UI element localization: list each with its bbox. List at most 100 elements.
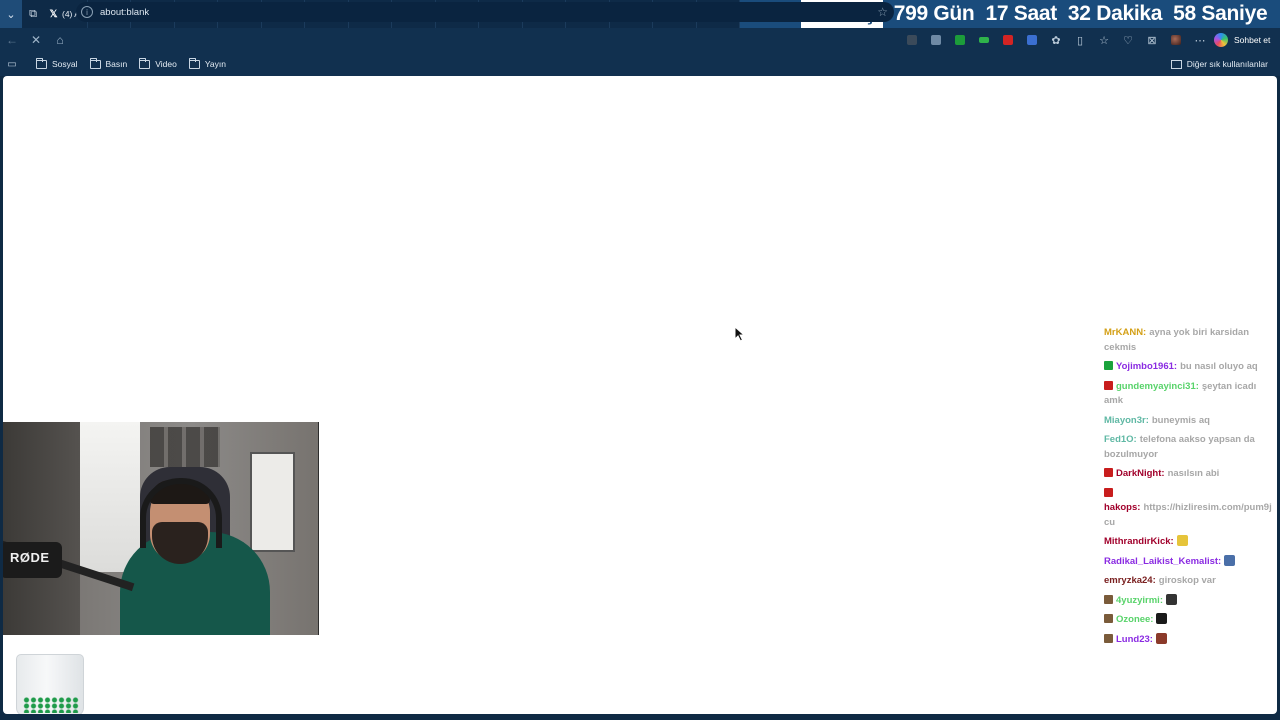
chat-message: MithrandirKick:	[1104, 535, 1274, 550]
pen-icon	[1003, 35, 1013, 45]
webcam-whiteboard	[250, 452, 295, 552]
back-button[interactable]: ←	[0, 28, 24, 52]
split-screen-button[interactable]: ▯	[1068, 28, 1092, 52]
extension-button[interactable]	[900, 28, 924, 52]
split-screen-icon: ▯	[1076, 34, 1084, 47]
chat-emote-icon	[1156, 613, 1168, 624]
back-arrow-icon: ←	[6, 33, 18, 47]
favorite-star-icon[interactable]: ☆	[877, 5, 888, 19]
extension-button[interactable]	[1020, 28, 1044, 52]
address-input[interactable]	[100, 6, 860, 18]
info-icon[interactable]: i	[81, 6, 93, 18]
extension-button[interactable]	[972, 28, 996, 52]
extension-button[interactable]	[996, 28, 1020, 52]
profile-button[interactable]	[1164, 28, 1188, 52]
expand-icon	[955, 35, 965, 45]
chat-message: Fed1O: telefona aakso yapsan da bozulmuyo…	[1104, 433, 1274, 462]
reader-icon	[907, 35, 917, 45]
chat-text: giroskop var	[1158, 575, 1216, 586]
extension-button[interactable]	[924, 28, 948, 52]
puzzle-icon: ✿	[1051, 34, 1061, 47]
chat-overlay: MrKANN: ayna yok biri karsidan cekmis Yoji…	[1104, 326, 1274, 652]
battery-icon	[979, 37, 989, 43]
countdown-days: 799 Gün	[893, 2, 975, 25]
translate-icon	[1027, 35, 1037, 45]
folder-icon	[188, 57, 200, 69]
chat-username: gundemyayinci31:	[1116, 380, 1199, 392]
tab-actions-menu-button[interactable]: ⌄	[0, 0, 22, 28]
chat-emote-icon	[1224, 554, 1236, 566]
other-favorites-folder[interactable]: Diğer sık kullanılanlar	[1170, 52, 1268, 76]
stop-button[interactable]: ✕	[24, 28, 48, 52]
extensions-bar: ✿ ▯ ☆ ♡ ⊠ ⋯	[900, 28, 1212, 52]
x-logo-icon: 𝕏	[49, 8, 58, 20]
screen: ⌄ ⧉ 𝕏(4) AnfW𝕏(2) öc𝕏(2) X●KickPi◜pum5◜y…	[0, 0, 1280, 720]
chat-message: Lund23:	[1104, 632, 1274, 648]
headset-icon	[140, 478, 222, 548]
bookmark-folder-sosyal[interactable]: Sosyal	[36, 57, 78, 69]
chat-badge-icon	[1104, 614, 1113, 623]
workspaces-button[interactable]: ⧉	[22, 0, 44, 28]
bookmark-label: Basın	[105, 59, 128, 69]
folder-icon	[139, 57, 151, 69]
chevron-down-icon: ⌄	[6, 8, 16, 21]
bookmark-folder-basin[interactable]: Basın	[89, 57, 128, 69]
home-button[interactable]: ⌂	[48, 28, 72, 52]
countdown-hours: 17 Saat	[985, 2, 1057, 25]
bookmark-label: Video	[155, 59, 177, 69]
chat-username: Ozonee:	[1116, 614, 1154, 625]
address-bar[interactable]: i ☆	[76, 2, 894, 22]
collections-icon: ▭	[7, 58, 17, 70]
copilot-button[interactable]: Sohbet et	[1214, 30, 1270, 50]
page-content[interactable]: RØDE MrKANN: ayna yok biri karsidan cekmi…	[3, 76, 1277, 714]
chat-badge-icon	[1104, 361, 1113, 370]
extension-button[interactable]	[948, 28, 972, 52]
settings-menu-button[interactable]: ⋯	[1188, 28, 1212, 52]
chat-username: emryzka24:	[1104, 575, 1156, 586]
webcam-overlay: RØDE	[3, 422, 319, 635]
chat-message: Yojimbo1961: bu nasıl oluyo aq	[1104, 360, 1274, 375]
webcam-window	[80, 422, 140, 572]
extensions-menu-button[interactable]: ✿	[1044, 28, 1068, 52]
chat-message: DarkNight: nasılsın abi	[1104, 467, 1274, 482]
chat-message: Ozonee:	[1104, 613, 1274, 628]
folder-icon	[89, 57, 101, 69]
chat-message: MrKANN: ayna yok biri karsidan cekmis	[1104, 326, 1274, 355]
browser-essentials-button[interactable]: ♡	[1116, 28, 1140, 52]
chat-username: MithrandirKick:	[1104, 536, 1174, 547]
jar-widget	[16, 654, 84, 714]
screenshot-icon	[931, 35, 941, 45]
chat-text: nasılsın abi	[1167, 468, 1220, 479]
copilot-icon	[1214, 33, 1228, 47]
bookmark-folder-yayin[interactable]: Yayın	[188, 57, 226, 69]
chat-badge-icon	[1104, 380, 1113, 390]
chat-emote-icon	[1176, 535, 1188, 546]
chat-message: hakops: https://hizliresim.com/pum9jcu	[1104, 487, 1274, 531]
chat-username: DarkNight:	[1116, 468, 1165, 479]
web-capture-icon: ⊠	[1147, 34, 1157, 47]
chat-badge-icon	[1104, 487, 1113, 497]
chat-message: Radikal_Laikist_Kemalist:	[1104, 554, 1274, 570]
bottom-edge	[0, 714, 1280, 720]
chat-message: gundemyayinci31: şeytan icadı amk	[1104, 380, 1274, 409]
chat-username: 4yuzyirmi:	[1116, 594, 1163, 606]
bookmark-label: Yayın	[204, 59, 226, 69]
chat-message: emryzka24: giroskop var	[1104, 574, 1274, 589]
chat-username: MrKANN:	[1104, 327, 1147, 338]
mic-brand-logo: RØDE	[10, 550, 50, 565]
chat-badge-icon	[1104, 594, 1113, 604]
webcam-wall-frames	[150, 427, 220, 467]
countdown-minutes: 32 Dakika	[1067, 2, 1163, 25]
chat-message: 4yuzyirmi:	[1104, 593, 1274, 609]
other-favorites-label: Diğer sık kullanılanlar	[1186, 59, 1268, 69]
chat-username: Radikal_Laikist_Kemalist:	[1104, 555, 1222, 567]
chat-message: Miayon3r: buneymis aq	[1104, 414, 1274, 429]
screenshot-button[interactable]: ⊠	[1140, 28, 1164, 52]
heart-icon: ♡	[1123, 34, 1133, 47]
collections-button[interactable]: ▭	[0, 59, 24, 70]
bookmark-folder-video[interactable]: Video	[139, 57, 177, 69]
favorites-button[interactable]: ☆	[1092, 28, 1116, 52]
folder-icon	[36, 57, 47, 69]
chat-emote-icon	[1166, 593, 1177, 605]
workspaces-icon: ⧉	[29, 7, 37, 20]
